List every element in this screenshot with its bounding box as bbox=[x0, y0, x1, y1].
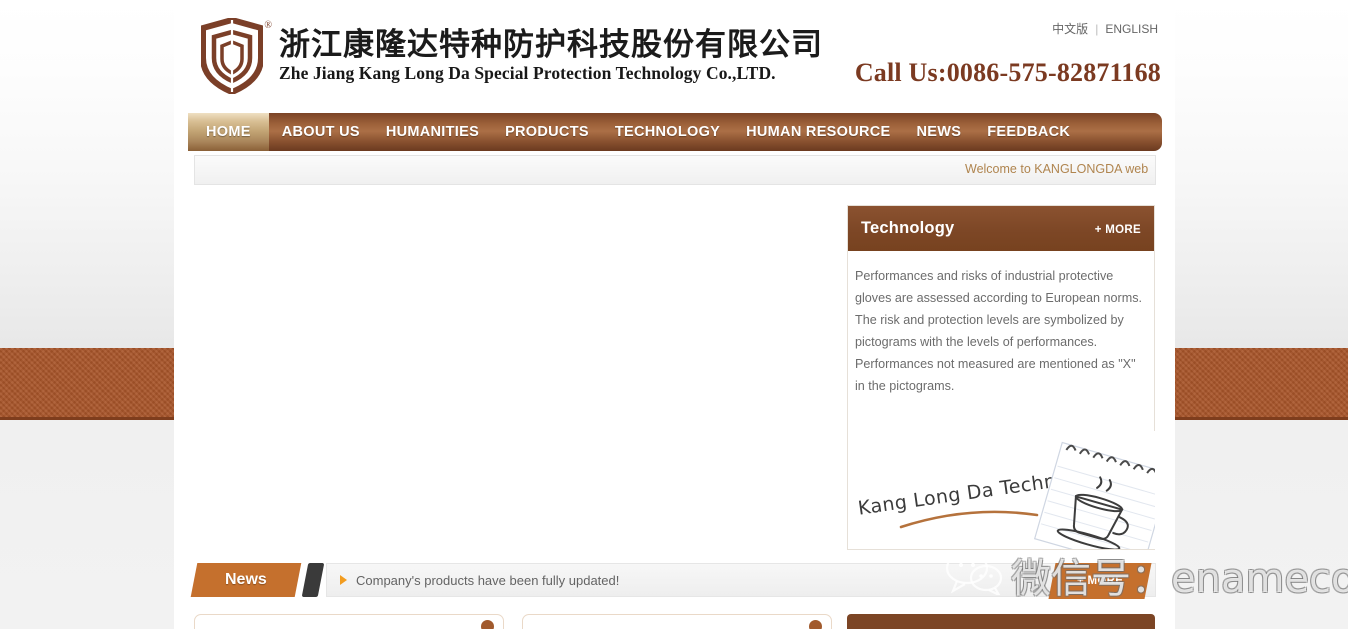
bottom-box-left[interactable] bbox=[194, 614, 504, 629]
technology-more-link[interactable]: + MORE bbox=[1095, 224, 1141, 236]
arrow-circle-icon[interactable] bbox=[481, 620, 494, 629]
news-more-label: + MORE bbox=[1077, 575, 1123, 587]
arrow-circle-icon[interactable] bbox=[809, 620, 822, 629]
language-separator: | bbox=[1095, 22, 1098, 36]
registered-trademark-mark: ® bbox=[264, 20, 272, 31]
nav-item-human-resource[interactable]: HUMAN RESOURCE bbox=[733, 113, 903, 151]
welcome-marquee-text: Welcome to KANGLONGDA web bbox=[965, 162, 1148, 176]
technology-panel-body: Performances and risks of industrial pro… bbox=[848, 251, 1154, 407]
site-container: ® 浙江康隆达特种防护科技股份有限公司 Zhe Jiang Kang Long … bbox=[174, 0, 1175, 629]
language-link-chinese[interactable]: 中文版 bbox=[1052, 22, 1088, 36]
nav-item-about-us[interactable]: ABOUT US bbox=[269, 113, 373, 151]
news-section: News Company's products have been fully … bbox=[194, 563, 1156, 599]
technology-panel-title: Technology bbox=[861, 219, 954, 238]
news-tab[interactable]: News bbox=[191, 563, 302, 597]
company-name-chinese: 浙江康隆达特种防护科技股份有限公司 bbox=[279, 28, 823, 63]
news-tab-accent bbox=[302, 563, 325, 597]
news-list: Company's products have been fully updat… bbox=[326, 563, 1156, 597]
nav-item-home[interactable]: HOME bbox=[188, 113, 269, 151]
company-name-english: Zhe Jiang Kang Long Da Special Protectio… bbox=[279, 63, 823, 84]
nav-item-technology[interactable]: TECHNOLOGY bbox=[602, 113, 733, 151]
site-header: ® 浙江康隆达特种防护科技股份有限公司 Zhe Jiang Kang Long … bbox=[174, 0, 1175, 110]
news-item-text[interactable]: Company's products have been fully updat… bbox=[356, 573, 619, 588]
news-more-button[interactable]: + MORE bbox=[1049, 563, 1152, 599]
language-link-english[interactable]: ENGLISH bbox=[1105, 22, 1158, 36]
technology-illustration: Kang Long Da Technology. bbox=[849, 431, 1155, 549]
bottom-box-middle[interactable] bbox=[522, 614, 832, 629]
call-us-phone: Call Us:0086-575-82871168 bbox=[855, 58, 1161, 88]
shield-logo-icon: ® bbox=[201, 18, 263, 94]
technology-panel-header: Technology + MORE bbox=[848, 206, 1154, 251]
nav-item-news[interactable]: NEWS bbox=[904, 113, 975, 151]
nav-item-humanities[interactable]: HUMANITIES bbox=[373, 113, 492, 151]
main-navigation: HOME ABOUT US HUMANITIES PRODUCTS TECHNO… bbox=[188, 113, 1162, 151]
arrow-bullet-icon bbox=[340, 575, 347, 585]
welcome-marquee-bar: Welcome to KANGLONGDA web bbox=[194, 155, 1156, 185]
nav-item-feedback[interactable]: FEEDBACK bbox=[974, 113, 1083, 151]
main-banner-area bbox=[194, 200, 844, 550]
bottom-box-right[interactable] bbox=[847, 614, 1155, 629]
nav-item-products[interactable]: PRODUCTS bbox=[492, 113, 602, 151]
news-tab-label: News bbox=[225, 571, 267, 589]
technology-panel: Technology + MORE Performances and risks… bbox=[847, 205, 1155, 550]
site-logo[interactable]: ® 浙江康隆达特种防护科技股份有限公司 Zhe Jiang Kang Long … bbox=[201, 18, 823, 94]
language-switcher: 中文版 | ENGLISH bbox=[1052, 20, 1158, 37]
